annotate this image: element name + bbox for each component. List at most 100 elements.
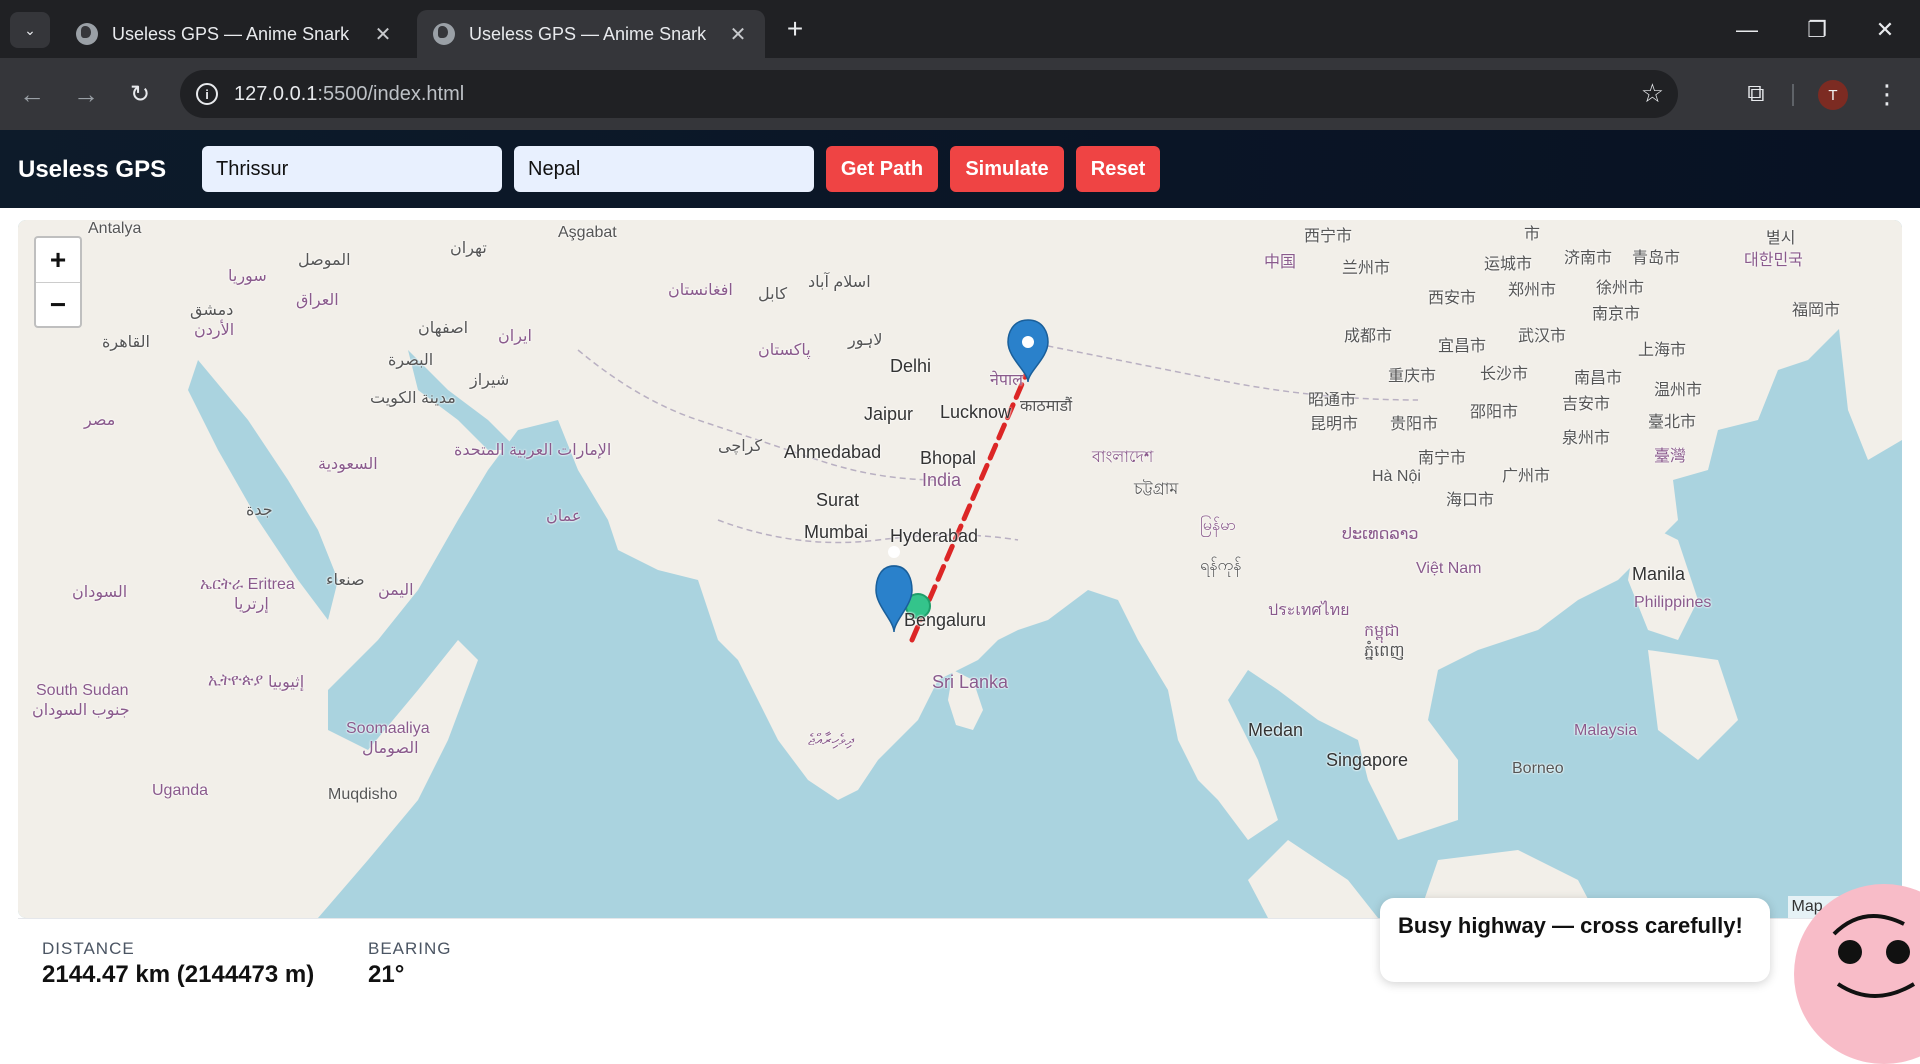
map-label: السودان bbox=[72, 584, 128, 601]
map-label: Philippines bbox=[1634, 594, 1712, 611]
distance-label: DISTANCE bbox=[42, 939, 135, 958]
map-label: جدة bbox=[246, 502, 273, 519]
map-label: 青岛市 bbox=[1632, 250, 1681, 267]
new-tab-button[interactable]: + bbox=[780, 14, 810, 44]
profile-avatar[interactable]: T bbox=[1818, 80, 1848, 110]
zoom-in-button[interactable]: + bbox=[36, 238, 80, 282]
map-view[interactable]: Antalya Aşgabat تهران الموصل سوريا العرا… bbox=[18, 220, 1902, 918]
map-label: شیراز bbox=[470, 372, 510, 389]
map-label: 南京市 bbox=[1592, 306, 1641, 323]
map-label: الموصل bbox=[298, 252, 351, 269]
map-label: 西安市 bbox=[1428, 290, 1477, 307]
map-label: Jaipur bbox=[864, 404, 914, 424]
more-menu-icon[interactable]: ⋮ bbox=[1872, 76, 1902, 112]
snark-speech-bubble: Busy highway — cross carefully! bbox=[1380, 898, 1770, 982]
map-label: Muqdisho bbox=[328, 786, 398, 803]
map-label: 徐州市 bbox=[1596, 280, 1645, 297]
map-label: Sri Lanka bbox=[932, 672, 1009, 692]
browser-tab-strip: ⌄ Useless GPS — Anime Snark ✕ Useless GP… bbox=[0, 0, 1920, 58]
map-label: 宜昌市 bbox=[1438, 338, 1487, 355]
address-bar[interactable]: i 127.0.0.1:5500/index.html ☆ bbox=[180, 70, 1678, 118]
map-label: إثيوبيا bbox=[268, 674, 305, 691]
from-input[interactable] bbox=[202, 146, 502, 192]
map-label: ประเทศไทย bbox=[1268, 602, 1350, 619]
zoom-out-button[interactable]: − bbox=[36, 282, 80, 326]
map-label: Mumbai bbox=[804, 522, 869, 542]
map-label: Medan bbox=[1248, 720, 1304, 740]
map-label: الأردن bbox=[194, 322, 235, 339]
map-label: 市 bbox=[1524, 226, 1541, 243]
tab-search-button[interactable]: ⌄ bbox=[10, 12, 50, 48]
map-label: Aşgabat bbox=[558, 224, 617, 241]
close-window-button[interactable]: ✕ bbox=[1860, 10, 1910, 50]
restore-button[interactable]: ❐ bbox=[1792, 10, 1842, 50]
info-icon[interactable]: i bbox=[196, 83, 218, 105]
map-label: 济南市 bbox=[1564, 250, 1613, 267]
map-label: 兰州市 bbox=[1342, 260, 1391, 277]
map-label: 重庆市 bbox=[1388, 368, 1437, 385]
map-label: ایران bbox=[498, 328, 532, 345]
browser-tab-active[interactable]: Useless GPS — Anime Snark ✕ bbox=[417, 10, 765, 58]
map-label: Bhopal bbox=[920, 448, 977, 468]
reset-button[interactable]: Reset bbox=[1076, 146, 1160, 192]
back-button[interactable]: ← bbox=[14, 76, 50, 112]
close-icon[interactable]: ✕ bbox=[727, 22, 749, 47]
map-label: ኢትዮጵያ bbox=[208, 672, 264, 689]
map-label: 上海市 bbox=[1638, 342, 1687, 359]
map-label: لاہور bbox=[848, 332, 883, 349]
app-brand: Useless GPS bbox=[18, 156, 167, 183]
zoom-control: + − bbox=[34, 236, 82, 328]
forward-button[interactable]: → bbox=[68, 76, 104, 112]
map-label: ދިވެހިރާއްޖެ bbox=[808, 732, 854, 749]
map-tiles bbox=[18, 220, 1902, 918]
map-label: 温州市 bbox=[1654, 382, 1703, 399]
to-input[interactable] bbox=[514, 146, 814, 192]
map-label: 武汉市 bbox=[1518, 328, 1567, 345]
map-label: اسلام آباد bbox=[808, 274, 871, 291]
tab-title: Useless GPS — Anime Snark bbox=[112, 23, 350, 44]
map-label: اصفهان bbox=[418, 320, 469, 337]
map-label: 海口市 bbox=[1446, 492, 1495, 509]
map-label: Borneo bbox=[1512, 760, 1564, 777]
globe-icon bbox=[433, 23, 455, 45]
map-label: Manila bbox=[1632, 564, 1686, 584]
map-label: မြန်မာ bbox=[1200, 517, 1236, 534]
map-label: Antalya bbox=[88, 220, 142, 237]
close-icon[interactable]: ✕ bbox=[372, 22, 394, 47]
distance-value: 2144.47 km (2144473 m) bbox=[42, 961, 315, 988]
get-path-button[interactable]: Get Path bbox=[826, 146, 938, 192]
map-label: السعودية bbox=[318, 456, 378, 473]
map-label: 西宁市 bbox=[1304, 228, 1353, 245]
map-label: 南昌市 bbox=[1574, 370, 1623, 387]
reload-button[interactable]: ↻ bbox=[122, 76, 158, 112]
map-label: إرتريا bbox=[234, 596, 269, 613]
bearing-label: BEARING bbox=[368, 939, 452, 958]
star-icon[interactable]: ☆ bbox=[1641, 78, 1664, 109]
map-label: 中国 bbox=[1264, 254, 1297, 271]
map-label: 대한민국 bbox=[1744, 252, 1803, 269]
browser-tab[interactable]: Useless GPS — Anime Snark ✕ bbox=[60, 10, 410, 58]
map-label: الصومال bbox=[362, 740, 419, 757]
map-label: 邵阳市 bbox=[1470, 404, 1519, 421]
map-label: البصرة bbox=[388, 352, 434, 369]
map-label: العراق bbox=[296, 292, 339, 309]
map-label: Việt Nam bbox=[1416, 560, 1482, 577]
map-label: 福岡市 bbox=[1792, 302, 1841, 319]
app-header: Useless GPS Get Path Simulate Reset bbox=[0, 130, 1920, 208]
map-label: 泉州市 bbox=[1562, 430, 1611, 447]
map-label: 运城市 bbox=[1484, 256, 1533, 273]
map-label: اليمن bbox=[378, 582, 414, 599]
map-label: Bengaluru bbox=[904, 610, 987, 630]
map-label: Surat bbox=[816, 490, 860, 510]
map-label: تهران bbox=[450, 240, 487, 257]
url-text[interactable]: 127.0.0.1:5500/index.html bbox=[234, 83, 464, 106]
map-label: Soomaaliya bbox=[346, 720, 430, 737]
extensions-icon[interactable]: ⧉ bbox=[1738, 76, 1774, 112]
minimize-button[interactable]: — bbox=[1722, 10, 1772, 50]
map-label: 昆明市 bbox=[1310, 416, 1359, 433]
map-label: বাংলাদেশ bbox=[1092, 449, 1154, 466]
simulate-button[interactable]: Simulate bbox=[950, 146, 1064, 192]
map-label: नेपाल bbox=[990, 372, 1023, 389]
map-label: مصر bbox=[84, 412, 116, 429]
map-label: 郑州市 bbox=[1508, 282, 1557, 299]
